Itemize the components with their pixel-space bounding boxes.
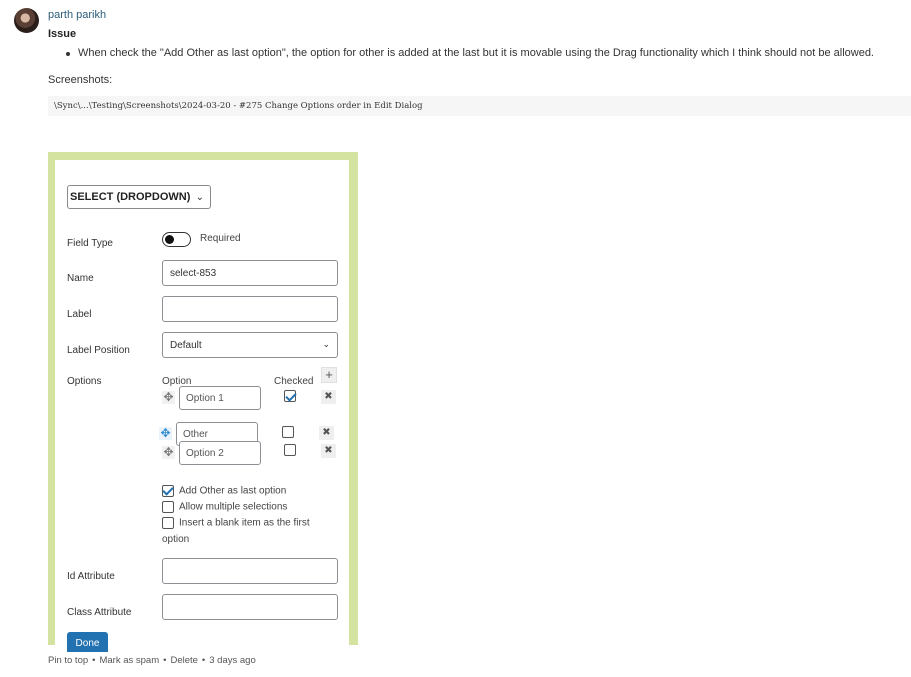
toggle-knob <box>165 235 174 244</box>
add-other-checkbox[interactable] <box>162 485 174 497</box>
label-position-select[interactable]: Default ⌄ <box>162 332 338 358</box>
avatar[interactable] <box>14 8 39 33</box>
remove-option-other-button[interactable]: ✖ <box>319 426 334 440</box>
delete-link[interactable]: Delete <box>170 655 197 666</box>
option-input-1[interactable]: Option 1 <box>179 386 261 410</box>
issue-text: When check the "Add Other as last option… <box>78 47 874 59</box>
plus-icon: + <box>325 367 333 382</box>
remove-option-2-button[interactable]: ✖ <box>321 444 336 458</box>
move-arrows-icon[interactable]: ✥ <box>162 446 175 459</box>
field-type-select[interactable]: SELECT (DROPDOWN) ⌄ <box>67 185 211 209</box>
screenshots-label: Screenshots: <box>48 74 113 86</box>
field-type-select-value: SELECT (DROPDOWN) <box>70 191 191 203</box>
bullet-dot <box>66 52 70 56</box>
insert-blank-checkbox-row[interactable]: Insert a blank item as the first <box>162 517 310 529</box>
allow-multiple-checkbox[interactable] <box>162 501 174 513</box>
field-type-label: Field Type <box>67 238 113 249</box>
mark-as-spam-link[interactable]: Mark as spam <box>99 655 159 666</box>
name-label: Name <box>67 273 94 284</box>
separator: • <box>163 655 167 666</box>
x-icon: ✖ <box>324 391 333 402</box>
chevron-down-icon: ⌄ <box>322 339 330 349</box>
x-icon: ✖ <box>322 427 331 438</box>
id-attribute-label: Id Attribute <box>67 571 115 582</box>
name-input[interactable]: select-853 <box>162 260 338 286</box>
add-other-checkbox-row[interactable]: Add Other as last option <box>162 485 286 497</box>
author-name[interactable]: parth parikh <box>48 9 106 21</box>
remove-option-1-button[interactable]: ✖ <box>321 390 336 404</box>
label-position-value: Default <box>170 340 202 351</box>
option-input-2[interactable]: Option 2 <box>179 441 261 465</box>
chevron-down-icon: ⌄ <box>195 192 204 203</box>
add-option-button[interactable]: + <box>321 367 337 383</box>
required-label: Required <box>200 233 241 244</box>
option-1-checked[interactable] <box>284 390 296 402</box>
insert-blank-label-cont: option <box>162 534 190 545</box>
allow-multiple-label: Allow multiple selections <box>179 501 288 513</box>
add-other-label: Add Other as last option <box>179 485 287 497</box>
insert-blank-checkbox[interactable] <box>162 517 174 529</box>
option-other-checked[interactable] <box>282 426 294 438</box>
move-arrows-icon[interactable]: ✥ <box>162 391 175 404</box>
path-text: \Sync\...\Testing\Screenshots\2024-03-20… <box>54 101 423 111</box>
issue-bullet: When check the "Add Other as last option… <box>66 47 874 59</box>
done-button[interactable]: Done <box>67 632 108 652</box>
insert-blank-label: Insert a blank item as the first <box>179 517 310 529</box>
pin-to-top-link[interactable]: Pin to top <box>48 655 88 666</box>
label-position-label: Label Position <box>67 345 130 356</box>
checked-column-header: Checked <box>274 376 314 387</box>
edit-dialog: SELECT (DROPDOWN) ⌄ Field Type Required … <box>55 160 349 652</box>
x-icon: ✖ <box>324 445 333 456</box>
path-code-block: \Sync\...\Testing\Screenshots\2024-03-20… <box>48 96 911 116</box>
required-toggle[interactable] <box>162 232 191 247</box>
timestamp: 3 days ago <box>209 655 256 666</box>
class-attribute-input[interactable] <box>162 594 338 620</box>
class-attribute-label: Class Attribute <box>67 607 132 618</box>
separator: • <box>201 655 206 666</box>
screenshot-image: SELECT (DROPDOWN) ⌄ Field Type Required … <box>48 152 358 652</box>
id-attribute-input[interactable] <box>162 558 338 584</box>
comment-footer: Pin to top • Mark as spam • Delete • 3 days ag… <box>48 655 256 666</box>
issue-heading: Issue <box>48 28 77 40</box>
allow-multiple-checkbox-row[interactable]: Allow multiple selections <box>162 501 287 513</box>
options-label: Options <box>67 376 102 387</box>
move-arrows-icon[interactable]: ✥ <box>159 427 172 440</box>
separator: • <box>92 655 96 666</box>
label-label: Label <box>67 309 92 320</box>
option-2-checked[interactable] <box>284 444 296 456</box>
label-input[interactable] <box>162 296 338 322</box>
